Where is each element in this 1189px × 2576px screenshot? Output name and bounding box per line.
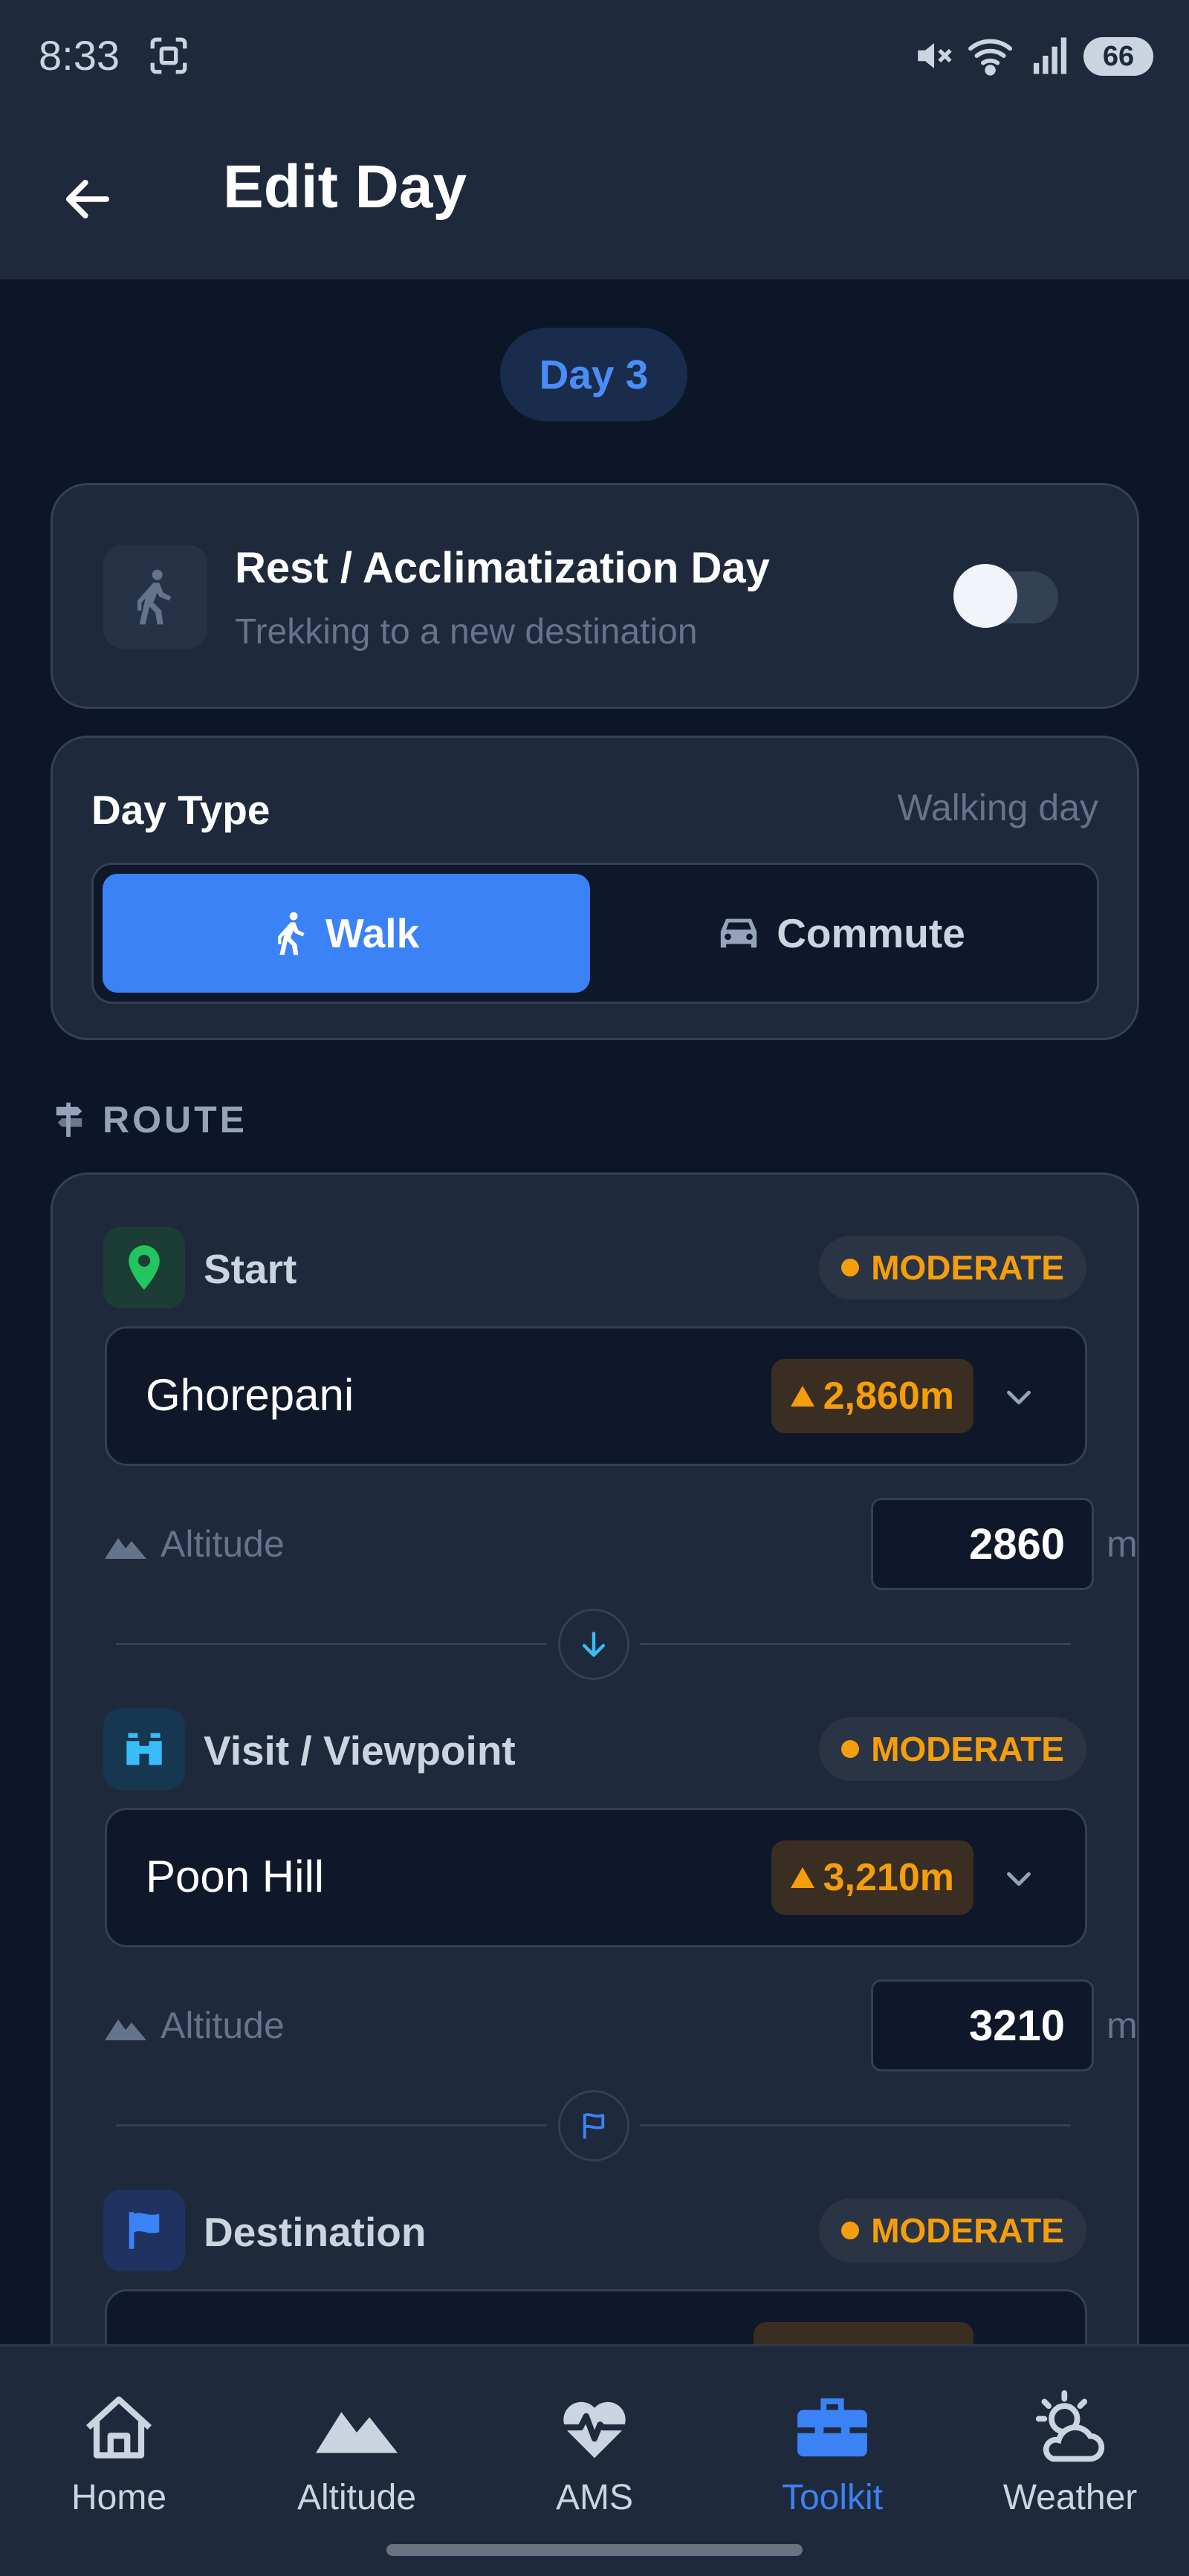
route-divider-line (640, 2124, 1071, 2126)
hiker-icon (137, 569, 172, 625)
mountain-small-icon (105, 1538, 146, 1559)
mountain-small-icon (105, 2019, 146, 2040)
chevron-down-icon (1007, 1872, 1031, 1886)
viewpoint-location-select[interactable]: Poon Hill 3,210m (105, 1808, 1087, 1947)
viewpoint-location-name: Poon Hill (146, 1852, 325, 1901)
commute-option-label: Commute (777, 910, 965, 956)
car-icon (721, 918, 757, 948)
altitude-unit: m (1107, 2005, 1138, 2046)
start-altitude-input[interactable]: 2860 (871, 1498, 1094, 1590)
day-type-card: Day Type Walking day Walk Commute (51, 736, 1139, 1040)
route-divider-line (116, 1643, 547, 1645)
status-time: 8:33 (39, 32, 120, 79)
start-location-select[interactable]: Ghorepani 2,860m (105, 1326, 1087, 1466)
day-type-label: Day Type (91, 787, 270, 833)
back-arrow-icon (65, 180, 110, 218)
heartbeat-icon (563, 2401, 626, 2459)
start-altitude-chip-text: 2,860m (823, 1375, 954, 1418)
signal-icon (1031, 36, 1069, 76)
walk-option-label: Walk (325, 910, 420, 956)
start-altitude-chip: 2,860m (771, 1359, 973, 1433)
screenshot-icon (147, 34, 190, 77)
route-divider-arrow (558, 1609, 629, 1680)
destination-label: Destination (204, 2209, 427, 2255)
route-divider-flag (558, 2090, 629, 2161)
viewpoint-altitude-input[interactable]: 3210 (871, 1979, 1094, 2071)
home-icon (85, 2396, 152, 2459)
nav-weather[interactable]: Weather (951, 2346, 1189, 2540)
viewpoint-altitude-chip: 3,210m (771, 1840, 973, 1915)
back-button[interactable] (45, 156, 131, 242)
altitude-label: Altitude (161, 1523, 285, 1565)
rest-day-toggle-thumb[interactable] (953, 564, 1017, 628)
viewpoint-difficulty-badge: MODERATE (819, 1717, 1086, 1781)
day-type-value: Walking day (897, 787, 1098, 828)
map-pin-icon (129, 1245, 160, 1290)
destination-difficulty-badge: MODERATE (819, 2199, 1086, 2262)
nav-ams-label: AMS (555, 2478, 633, 2517)
nav-altitude-label: Altitude (297, 2478, 417, 2517)
viewpoint-altitude-chip-text: 3,210m (823, 1856, 954, 1899)
altitude-unit: m (1107, 1523, 1138, 1565)
wifi-icon (966, 34, 1018, 77)
route-divider-line (640, 1643, 1071, 1645)
arrow-down-icon (582, 1632, 606, 1657)
start-location-name: Ghorepani (146, 1370, 354, 1420)
nav-toolkit[interactable]: Toolkit (713, 2346, 951, 2540)
route-divider-line (116, 2124, 547, 2126)
flag-icon (129, 2212, 160, 2249)
battery-level: 66 (1102, 40, 1135, 72)
difficulty-dot (841, 1259, 860, 1276)
binoculars-icon (126, 1733, 162, 1765)
difficulty-dot (841, 2222, 860, 2239)
toolbox-icon (797, 2398, 867, 2457)
home-indicator[interactable] (386, 2544, 803, 2556)
viewpoint-difficulty-text: MODERATE (871, 1730, 1064, 1768)
app-header: Edit Day (0, 119, 1189, 279)
commute-option[interactable]: Commute (590, 874, 1092, 993)
start-label: Start (204, 1246, 297, 1292)
nav-altitude[interactable]: Altitude (238, 2346, 476, 2540)
difficulty-dot (841, 1740, 860, 1758)
start-altitude-row: Altitude 2860 m (105, 1498, 1138, 1590)
page-title: Edit Day (223, 153, 467, 221)
nav-weather-label: Weather (1002, 2478, 1138, 2517)
viewpoint-icon-tile (103, 1708, 185, 1790)
nav-toolkit-label: Toolkit (781, 2478, 884, 2517)
hiker-icon-tile (103, 545, 207, 649)
status-bar: 8:33 66 (0, 0, 1189, 119)
chevron-down-icon (1007, 1390, 1031, 1405)
viewpoint-label: Visit / Viewpoint (204, 1727, 516, 1774)
signpost-icon (56, 1103, 82, 1137)
day-type-segmented-control: Walk Commute (91, 863, 1099, 1004)
rest-day-card: Rest / Acclimatization Day Trekking to a… (51, 483, 1139, 709)
mountain-icon (316, 2412, 398, 2453)
mute-icon (913, 34, 956, 77)
rest-day-subtitle: Trekking to a new destination (235, 612, 698, 652)
start-difficulty-badge: MODERATE (819, 1236, 1086, 1300)
weather-icon (1035, 2390, 1105, 2462)
walk-icon (278, 912, 305, 956)
triangle-up-icon (790, 1386, 814, 1407)
altitude-label: Altitude (161, 2005, 285, 2046)
destination-difficulty-text: MODERATE (871, 2211, 1064, 2250)
route-heading-text: ROUTE (103, 1099, 247, 1141)
viewpoint-altitude-row: Altitude 3210 m (105, 1979, 1138, 2071)
route-section-heading: ROUTE (52, 1098, 247, 1141)
walk-option[interactable]: Walk (103, 874, 590, 993)
triangle-up-icon (790, 1867, 814, 1888)
battery-icon: 66 (1083, 37, 1153, 76)
rest-day-title: Rest / Acclimatization Day (235, 544, 770, 592)
nav-home[interactable]: Home (0, 2346, 238, 2540)
nav-home-label: Home (71, 2478, 167, 2517)
destination-icon-tile (103, 2190, 185, 2271)
day-number-badge: Day 3 (500, 328, 687, 421)
flag-outline-icon (583, 2113, 605, 2139)
start-difficulty-text: MODERATE (871, 1248, 1064, 1287)
start-icon-tile (103, 1227, 185, 1308)
nav-ams[interactable]: AMS (476, 2346, 713, 2540)
bottom-navigation: Home Altitude AMS Toolkit Weather (0, 2344, 1189, 2576)
